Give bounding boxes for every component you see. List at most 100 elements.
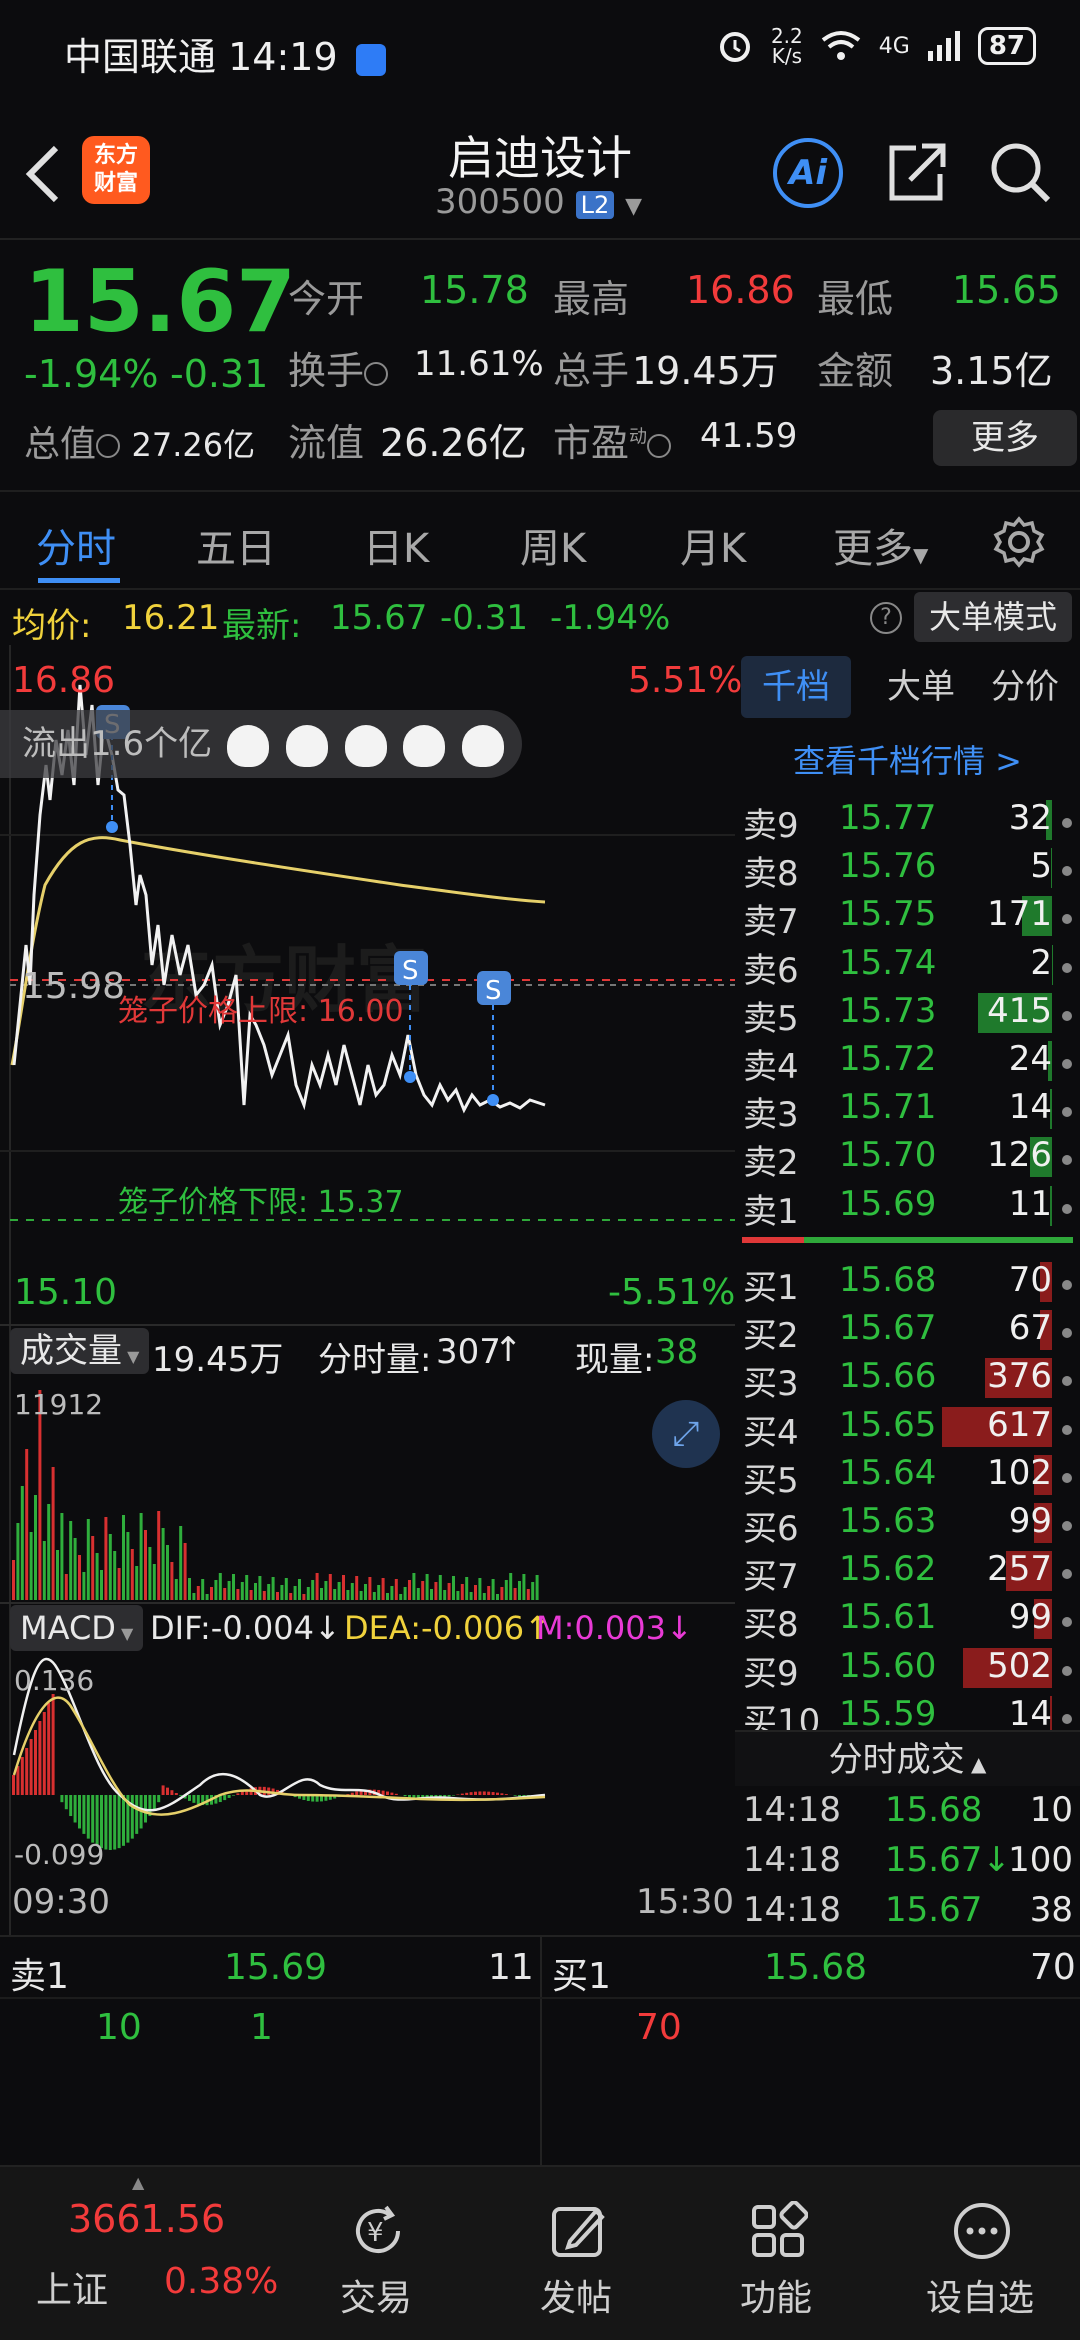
bid-row[interactable]: 买8 15.61 99 — [735, 1597, 1080, 1645]
ask-row[interactable]: 卖1 15.69 11 — [735, 1184, 1080, 1232]
tab-price-distribution[interactable]: 分价 — [975, 656, 1075, 718]
tab-five-day[interactable]: 五日 — [196, 516, 276, 574]
volume-bar — [188, 1578, 191, 1600]
volume-bar — [183, 1543, 187, 1600]
ask-row[interactable]: 卖2 15.70 126 — [735, 1135, 1080, 1183]
nav-trade[interactable]: ¥ 交易 — [286, 2167, 466, 2340]
bottom-buy-vol: 70 — [1030, 1947, 1076, 1988]
trade-time: 14:18 — [743, 1840, 841, 1880]
nav-post[interactable]: 发帖 — [486, 2167, 666, 2340]
bottom-buy-price: 15.68 — [764, 1947, 868, 1988]
book-dot — [1062, 1472, 1072, 1483]
bid-row[interactable]: 买10 15.59 14 — [735, 1694, 1080, 1730]
bid-row[interactable]: 买7 15.62 257 — [735, 1549, 1080, 1597]
bid-list: 买1 15.68 70 买2 15.67 67 买3 15.66 376 买4 15.65 617 买5… — [735, 1260, 1080, 1730]
volume-bar — [86, 1519, 90, 1600]
volume-bar — [69, 1521, 73, 1600]
macd-bar — [487, 1791, 491, 1795]
book-volume: 24 — [1008, 1039, 1052, 1079]
trades-header[interactable]: 分时成交 ▲ — [735, 1730, 1080, 1786]
help-icon[interactable]: ? — [870, 602, 902, 634]
info-icon[interactable] — [364, 361, 389, 386]
tab-daily-k[interactable]: 日K — [363, 516, 429, 574]
volume-bar — [368, 1577, 372, 1600]
trade-price: 15.67↓ — [885, 1840, 1011, 1880]
macd-bar — [135, 1795, 139, 1834]
expand-icon[interactable]: ⤢ — [652, 1400, 720, 1468]
stock-code-row[interactable]: 300500 L2 ▼ — [435, 182, 642, 222]
macd-bar — [460, 1793, 464, 1795]
ask-row[interactable]: 卖4 15.72 24 — [735, 1039, 1080, 1087]
macd-bar — [232, 1795, 235, 1796]
volume-selector[interactable]: 成交量 ▼ — [10, 1328, 150, 1374]
ask-row[interactable]: 卖9 15.77 32 — [735, 798, 1080, 846]
view-depth-link[interactable]: 查看千档行情 > — [735, 736, 1080, 782]
last-label: 最新: — [222, 606, 302, 646]
pe-label: 市盈动 — [553, 412, 672, 467]
book-volume: 376 — [987, 1356, 1052, 1397]
big-order-mode-button[interactable]: 大单模式 — [914, 592, 1072, 642]
more-button[interactable]: 更多 — [933, 410, 1077, 466]
volume-bar — [434, 1582, 438, 1600]
bid-row[interactable]: 买3 15.66 376 — [735, 1356, 1080, 1404]
current-volume-label: 现量: — [575, 1340, 655, 1380]
bid-row[interactable]: 买9 15.60 502 — [735, 1646, 1080, 1694]
macd-bar — [64, 1795, 68, 1810]
info-icon[interactable] — [647, 433, 672, 458]
index-ticker[interactable]: ▲ 3661.56 上证 0.38% — [0, 2167, 290, 2340]
share-icon[interactable] — [886, 140, 948, 204]
volume-bar — [311, 1580, 315, 1600]
volume-bar — [293, 1586, 297, 1600]
bid-row[interactable]: 买1 15.68 70 — [735, 1260, 1080, 1308]
macd-bar — [179, 1795, 183, 1796]
volume-bar — [56, 1550, 59, 1600]
money-bag-icon — [403, 724, 446, 767]
mktcap-label: 总值 — [24, 424, 97, 465]
volume-bar — [377, 1585, 381, 1600]
volume-bar — [64, 1574, 68, 1600]
volume-bar — [236, 1589, 240, 1600]
ai-button[interactable]: Ai — [773, 138, 843, 208]
book-level-label: 卖4 — [743, 1047, 799, 1087]
ask-row[interactable]: 卖3 15.71 14 — [735, 1087, 1080, 1135]
level1-summary: 卖1 15.69 11 买1 15.68 70 10 1 70 — [0, 1935, 1080, 2167]
nav-trade-label: 交易 — [339, 2278, 412, 2319]
ask-row[interactable]: 卖8 15.76 5 — [735, 846, 1080, 894]
tab-intraday[interactable]: 分时 — [36, 516, 116, 574]
volume-bar — [218, 1573, 222, 1600]
macd-bar — [86, 1795, 90, 1839]
triangle-up-icon: ▲ — [964, 1752, 987, 1776]
macd-histogram — [12, 1694, 539, 1850]
nav-watchlist[interactable]: 设自选 — [890, 2167, 1070, 2340]
volume-bar — [34, 1495, 37, 1600]
tab-book-depth[interactable]: 千档 — [741, 656, 851, 718]
info-icon[interactable] — [96, 434, 121, 458]
bid-row[interactable]: 买2 15.67 67 — [735, 1308, 1080, 1356]
book-dot — [1062, 1328, 1072, 1339]
trade-icon: ¥ — [356, 2205, 400, 2253]
macd-bar — [16, 1766, 20, 1795]
book-level-label: 买3 — [743, 1364, 799, 1405]
ask-row[interactable]: 卖6 15.74 2 — [735, 943, 1080, 991]
nav-functions[interactable]: 功能 — [686, 2167, 866, 2340]
bottom-nav: ▲ 3661.56 上证 0.38% ¥ 交易 发帖 功能 设自选 — [0, 2165, 1080, 2340]
money-bag-icon — [285, 724, 328, 767]
tab-monthly-k[interactable]: 月K — [680, 516, 746, 574]
bid-row[interactable]: 买4 15.65 617 — [735, 1405, 1080, 1453]
macd-selector[interactable]: MACD ▼ — [10, 1605, 144, 1651]
search-icon[interactable] — [988, 140, 1052, 204]
gear-icon[interactable] — [993, 516, 1045, 568]
volume-bar — [359, 1591, 363, 1600]
tab-more[interactable]: 更多▼ — [833, 516, 928, 574]
macd-bar — [513, 1795, 517, 1796]
ask-row[interactable]: 卖5 15.73 415 — [735, 991, 1080, 1039]
bid-row[interactable]: 买6 15.63 99 — [735, 1501, 1080, 1549]
chart-mid-price: 15.98 — [22, 966, 126, 1007]
sell-marker-3[interactable]: S — [477, 971, 511, 1106]
tab-big-orders[interactable]: 大单 — [871, 656, 971, 718]
volume-bar — [152, 1564, 156, 1600]
ask-row[interactable]: 卖7 15.75 171 — [735, 894, 1080, 942]
bid-row[interactable]: 买5 15.64 102 — [735, 1453, 1080, 1501]
book-level-label: 买6 — [743, 1509, 799, 1549]
tab-weekly-k[interactable]: 周K — [520, 516, 586, 574]
